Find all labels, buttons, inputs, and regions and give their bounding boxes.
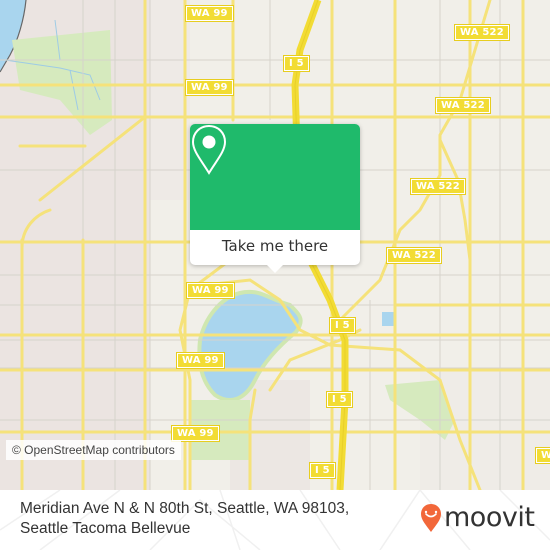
highway-shield-i5: I 5 [326,391,353,408]
map-attribution[interactable]: © OpenStreetMap contributors [6,440,181,460]
highway-shield-wa99: WA 99 [176,352,225,369]
location-pin-icon [191,124,227,175]
highway-shield-wa99: WA 99 [185,5,234,22]
highway-shield-wa: WA 5 [535,447,550,464]
take-me-there-button[interactable]: Take me there [190,230,360,265]
highway-shield-wa99: WA 99 [185,79,234,96]
highway-shield-wa522: WA 522 [454,24,510,41]
address-line-1: Meridian Ave N & N 80th St, Seattle, WA … [20,500,350,517]
footer: Meridian Ave N & N 80th St, Seattle, WA … [0,490,550,550]
map-view[interactable]: WA 99 WA 99 I 5 WA 522 WA 522 WA 522 WA … [0,0,550,490]
highway-shield-wa99: WA 99 [171,425,220,442]
address-line-2: Seattle Tacoma Bellevue [20,520,191,537]
brand-name: moovit [444,502,535,533]
moovit-pin-icon [421,504,441,532]
pond [382,312,394,326]
highway-shield-i5: I 5 [309,462,336,479]
address: Meridian Ave N & N 80th St, Seattle, WA … [20,499,349,539]
highway-shield-i5: I 5 [283,55,310,72]
popup-header [190,124,360,230]
highway-shield-wa522: WA 522 [386,247,442,264]
destination-popup: Take me there [190,124,360,273]
highway-shield-wa522: WA 522 [435,97,491,114]
moovit-logo[interactable]: moovit [420,502,535,533]
popup-pointer [267,265,283,273]
highway-shield-wa522: WA 522 [410,178,466,195]
highway-shield-i5: I 5 [329,317,356,334]
highway-shield-wa99: WA 99 [186,282,235,299]
